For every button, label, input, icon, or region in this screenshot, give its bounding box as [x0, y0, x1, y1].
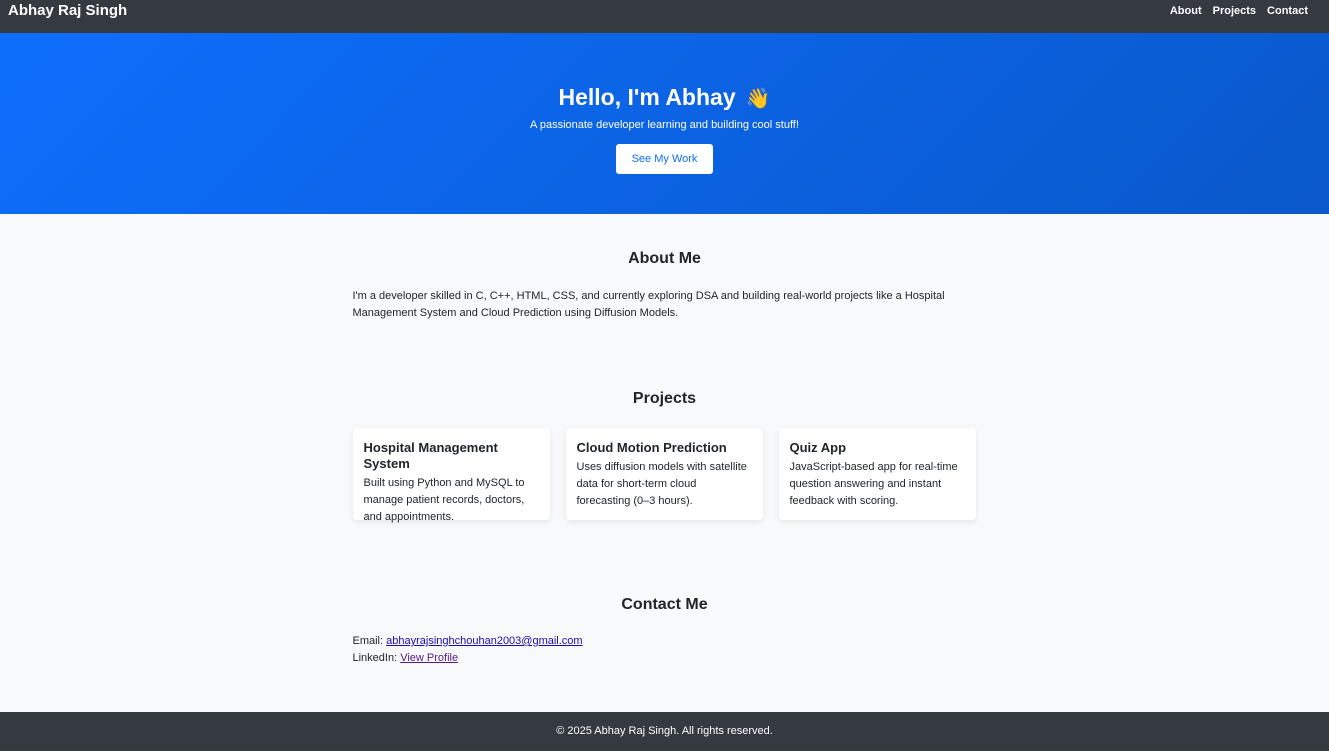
project-title: Hospital Management System	[363, 440, 498, 471]
project-card-quiz: Quiz App JavaScript-based app for real-t…	[778, 428, 976, 520]
project-cards: Hospital Management System Built using P…	[352, 428, 977, 523]
nav-link-contact[interactable]: Contact	[1267, 5, 1308, 17]
footer-copyright: © 2025 Abhay Raj Singh. All rights reser…	[556, 725, 773, 737]
hero-title: Hello, I'm Abhay 👋	[0, 82, 1329, 114]
project-card-cloud: Cloud Motion Prediction Uses diffusion m…	[565, 428, 763, 520]
email-line: Email: abhayrajsinghchouhan2003@gmail.co…	[353, 633, 977, 650]
nav-link-about[interactable]: About	[1170, 5, 1202, 17]
about-text: I'm a developer skilled in C, C++, HTML,…	[352, 290, 945, 319]
nav-links: About Projects Contact	[1170, 3, 1308, 17]
project-description: Uses diffusion models with satellite dat…	[576, 461, 747, 507]
hero-title-text: Hello, I'm Abhay	[558, 84, 736, 110]
email-link[interactable]: abhayrajsinghchouhan2003@gmail.com	[386, 635, 582, 647]
projects-section: Projects Hospital Management System Buil…	[352, 390, 977, 596]
contact-heading: Contact Me	[621, 596, 708, 613]
waving-hand-icon: 👋	[745, 88, 771, 110]
project-description: Built using Python and MySQL to manage p…	[363, 477, 525, 523]
about-heading: About Me	[628, 250, 701, 267]
brand-name[interactable]: Abhay Raj Singh	[8, 3, 127, 19]
see-my-work-button[interactable]: See My Work	[616, 144, 713, 174]
contact-details: Email: abhayrajsinghchouhan2003@gmail.co…	[353, 633, 977, 667]
linkedin-line: LinkedIn: View Profile	[353, 650, 977, 667]
hero-subtitle: A passionate developer learning and buil…	[530, 119, 799, 131]
linkedin-label: LinkedIn:	[352, 652, 401, 664]
project-card-hospital: Hospital Management System Built using P…	[352, 428, 550, 523]
about-section: About Me I'm a developer skilled in C, C…	[353, 214, 977, 390]
project-title: Quiz App	[789, 440, 847, 455]
linkedin-profile-link[interactable]: View Profile	[400, 652, 458, 664]
footer: © 2025 Abhay Raj Singh. All rights reser…	[0, 712, 1329, 751]
navbar: Abhay Raj Singh About Projects Contact	[0, 0, 1329, 33]
email-label: Email:	[352, 635, 387, 647]
project-title: Cloud Motion Prediction	[576, 440, 727, 455]
nav-link-projects[interactable]: Projects	[1213, 5, 1256, 17]
contact-section: Contact Me Email: abhayrajsinghchouhan20…	[353, 596, 977, 718]
hero-section: Hello, I'm Abhay 👋 A passionate developer…	[0, 33, 1329, 214]
projects-heading: Projects	[632, 390, 697, 407]
project-description: JavaScript-based app for real-time quest…	[789, 461, 958, 507]
